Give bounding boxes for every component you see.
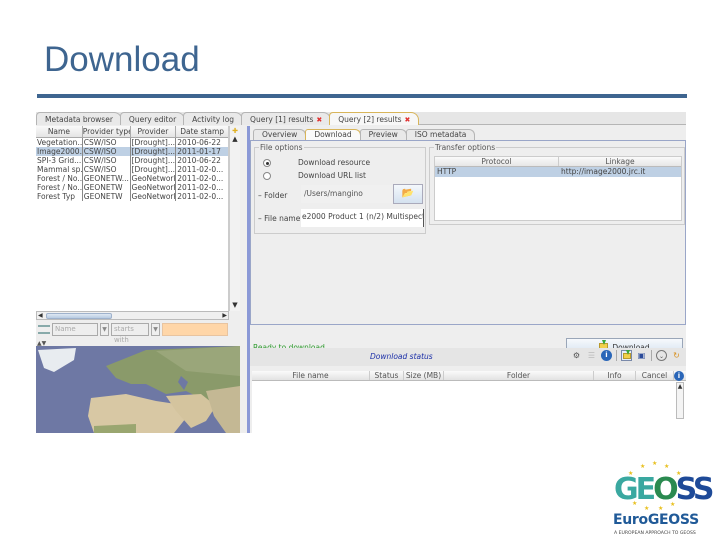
download-url-list-radio[interactable] — [263, 172, 271, 180]
detail-tabbar: Overview Download Preview ISO metadata — [253, 129, 476, 140]
filter-bar: Name ▼ starts with ▼ — [36, 320, 240, 344]
scroll-left-arrow-icon[interactable]: ◀ — [38, 312, 43, 319]
tab-query-2-results[interactable]: Query [2] results ✖ — [329, 112, 420, 125]
tab-query-editor[interactable]: Query editor — [119, 112, 186, 125]
table-row[interactable]: Forest / No... GEONETW GeoNetwork 2011-02-0… — [36, 183, 228, 192]
eurogeoss-tagline: A EUROPEAN APPROACH TO GEOSS — [614, 531, 696, 536]
results-panel: Name Provider type Provider Date stamp V… — [36, 126, 244, 433]
tab-activity-log[interactable]: Activity log — [183, 112, 244, 125]
scroll-up-arrow-icon[interactable]: ▲ — [230, 135, 240, 143]
hscroll-thumb[interactable] — [46, 313, 112, 319]
slide-title: Download — [44, 40, 200, 79]
eurogeoss-brand: EuroGEOSS — [613, 512, 699, 528]
tab-iso-metadata[interactable]: ISO metadata — [405, 129, 476, 140]
download-tab-body: File options Download resource Download … — [250, 140, 686, 356]
col-header-protocol[interactable]: Protocol — [435, 157, 559, 166]
info-icon[interactable]: i — [601, 350, 612, 361]
transfer-options-group: Transfer options Protocol Linkage HTTP h… — [429, 143, 685, 225]
info-icon[interactable]: i — [674, 371, 684, 381]
chevron-down-icon[interactable]: ▼ — [151, 323, 160, 336]
table-row[interactable]: Forest Typ GEONETW GeoNetwork 2011-02-0... — [36, 192, 228, 201]
tab-metadata-browser[interactable]: Metadata browser — [36, 112, 122, 125]
table-row-selected[interactable]: HTTP http://image2000.jrc.it — [435, 167, 681, 177]
globe-icon[interactable]: ⚙ — [571, 350, 582, 361]
col-header-linkage[interactable]: Linkage — [559, 157, 681, 166]
download-url-list-label: Download URL list — [298, 171, 366, 180]
download-table-header: File name Status Size (MB) Folder Info C… — [252, 371, 686, 381]
folder-label: – Folder — [258, 191, 288, 200]
geoss-wordmark: GEOSS — [614, 472, 715, 507]
world-map[interactable] — [36, 346, 240, 433]
col-header-date-stamp[interactable]: Date stamp — [176, 126, 228, 137]
col-header-folder[interactable]: Folder — [444, 371, 594, 380]
download-resource-radio[interactable] — [263, 159, 271, 167]
filter-value-input[interactable] — [162, 323, 228, 336]
results-hscrollbar[interactable]: ◀ ▶ — [36, 311, 229, 320]
close-icon[interactable]: ✖ — [316, 116, 322, 124]
results-table-header: Name Provider type Provider Date stamp — [36, 126, 228, 138]
table-row-selected[interactable]: Image2000... CSW/ISO [Drought]... 2011-01-1… — [36, 147, 228, 156]
folder-input[interactable]: /Users/mangino — [301, 185, 393, 203]
table-row[interactable]: Mammal sp... CSW/ISO [Drought]... 2011-02-0… — [36, 165, 228, 174]
transfer-options-legend: Transfer options — [434, 143, 497, 152]
col-header-provider-type[interactable]: Provider type — [83, 126, 131, 137]
table-row[interactable]: SPI-3 Grid... CSW/ISO [Drought]... 2010-06-… — [36, 156, 228, 165]
download-folder-icon[interactable] — [621, 350, 632, 361]
download-table-scrollbar[interactable]: ▲ — [676, 382, 684, 419]
download-status-toolbar: Download status ⚙ ☰ i ▣ ⌄ ↻ — [250, 348, 686, 366]
folder-icon: 📂 — [401, 188, 415, 199]
column-chooser-icon[interactable]: ✚ — [230, 127, 240, 135]
table-row[interactable]: Vegetation... CSW/ISO [Drought]... 2010-06-… — [36, 138, 228, 147]
file-options-legend: File options — [259, 143, 304, 152]
col-header-provider[interactable]: Provider — [131, 126, 177, 137]
title-rule — [37, 94, 687, 98]
chevron-down-icon[interactable]: ⌄ — [656, 350, 667, 361]
table-row[interactable]: Forest / No... GEONETW... GeoNetwork 2011-0… — [36, 174, 228, 183]
main-tabbar: Metadata browser Query editor Activity l… — [36, 112, 686, 125]
scroll-up-arrow-icon[interactable]: ▲ — [678, 383, 683, 390]
details-panel: Overview Download Preview ISO metadata F… — [247, 126, 686, 433]
filter-operator-select[interactable]: starts with — [111, 323, 149, 344]
file-name-input[interactable]: e2000 Product 1 (n/2) Multispectral — [301, 209, 424, 227]
col-header-file-name[interactable]: File name — [252, 371, 370, 380]
scroll-down-arrow-icon[interactable]: ▼ — [230, 301, 240, 309]
app-screenshot: Metadata browser Query editor Activity l… — [36, 112, 686, 433]
eurogeoss-logo: ★ ★ ★ ★ ★ ★ ★ ★ ★ GEOSS EuroGEOSS A EURO… — [613, 460, 715, 536]
filter-toggle-icon[interactable] — [38, 325, 50, 334]
transfer-table: Protocol Linkage HTTP http://image2000.j… — [434, 156, 682, 221]
close-icon[interactable]: ✖ — [405, 116, 411, 124]
download-status-icons: ⚙ ☰ i ▣ ⌄ ↻ — [571, 350, 682, 361]
chevron-down-icon[interactable]: ▼ — [100, 323, 109, 336]
scroll-right-arrow-icon[interactable]: ▶ — [222, 312, 227, 319]
file-name-label: – File name — [258, 214, 301, 223]
refresh-icon[interactable]: ↻ — [671, 350, 682, 361]
browse-folder-button[interactable]: 📂 — [393, 184, 423, 204]
list-icon[interactable]: ☰ — [586, 350, 597, 361]
tab-overview[interactable]: Overview — [253, 129, 307, 140]
tab-query-1-results[interactable]: Query [1] results ✖ — [241, 112, 332, 125]
tab-preview[interactable]: Preview — [359, 129, 407, 140]
transfer-table-header: Protocol Linkage — [435, 157, 681, 167]
tab-download[interactable]: Download — [305, 129, 361, 140]
col-header-info[interactable]: Info — [594, 371, 636, 380]
col-header-name[interactable]: Name — [36, 126, 83, 137]
window-icon[interactable]: ▣ — [636, 350, 647, 361]
results-vscrollbar[interactable]: ✚ ▲ ▼ — [229, 126, 240, 311]
filter-field-select[interactable]: Name — [52, 323, 98, 336]
download-resource-label: Download resource — [298, 158, 371, 167]
results-table: Name Provider type Provider Date stamp V… — [36, 126, 229, 311]
download-status-title: Download status — [370, 352, 433, 361]
col-header-status[interactable]: Status — [370, 371, 404, 380]
col-header-cancel[interactable]: Cancel — [636, 371, 674, 380]
file-options-group: File options Download resource Download … — [254, 143, 426, 234]
col-header-size[interactable]: Size (MB) — [404, 371, 444, 380]
download-status-table: File name Status Size (MB) Folder Info C… — [252, 371, 686, 433]
